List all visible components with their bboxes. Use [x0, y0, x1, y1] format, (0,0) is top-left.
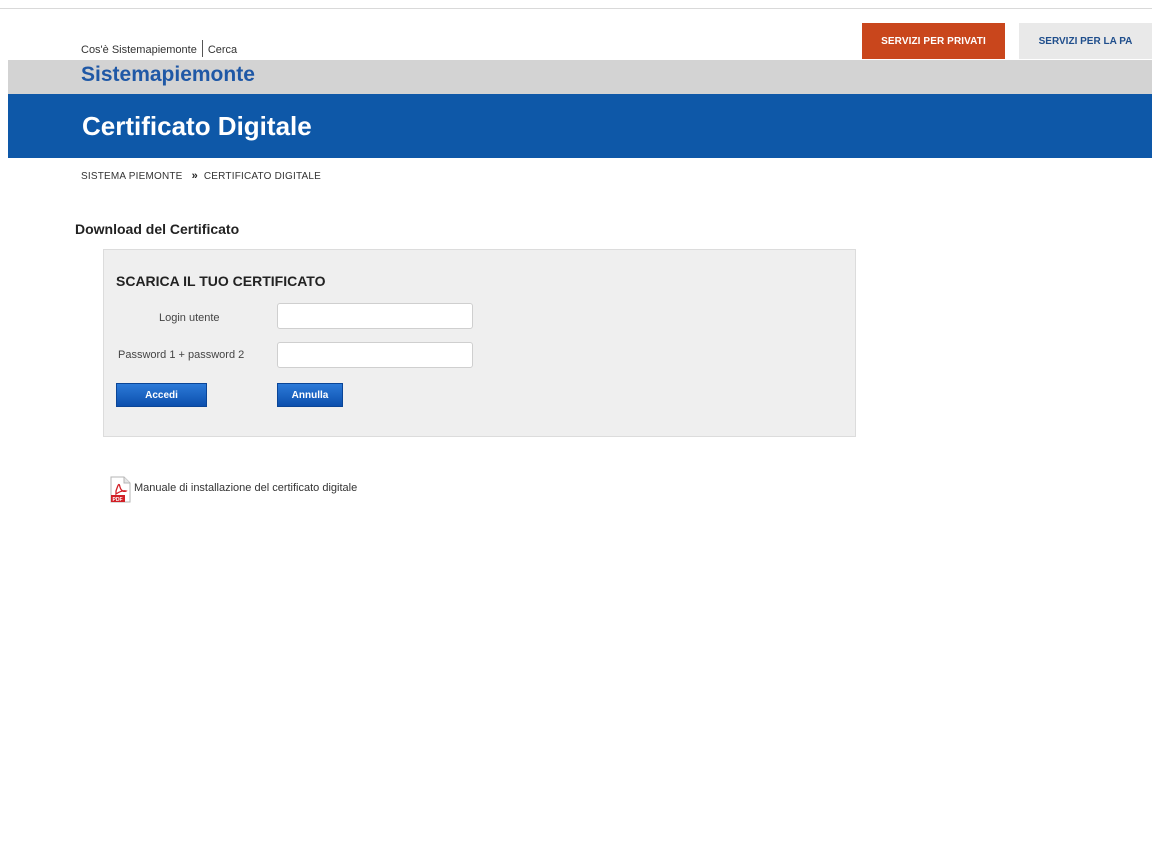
login-input[interactable]: [277, 303, 473, 329]
breadcrumb-current: CERTIFICATO DIGITALE: [203, 170, 322, 182]
page-title: Certificato Digitale: [82, 111, 312, 141]
pdf-icon: PDF: [110, 476, 131, 503]
title-bar: Certificato Digitale: [8, 94, 1152, 158]
breadcrumb-separator-icon: »: [191, 170, 198, 182]
manual-link-text[interactable]: Manuale di installazione del certificato…: [134, 482, 357, 494]
password-label: Password 1 + password 2: [118, 349, 245, 361]
brand-bar: Sistemapiemonte: [8, 60, 1152, 94]
annulla-button[interactable]: Annulla: [277, 383, 343, 407]
form-title: SCARICA IL TUO CERTIFICATO: [116, 273, 326, 289]
top-divider: [0, 8, 1152, 9]
manual-link[interactable]: PDF Manuale di installazione del certifi…: [110, 476, 357, 503]
accedi-button[interactable]: Accedi: [116, 383, 207, 407]
section-title: Download del Certificato: [75, 221, 240, 237]
login-label: Login utente: [159, 312, 220, 324]
servizi-privati-button[interactable]: SERVIZI PER PRIVATI: [862, 23, 1005, 59]
servizi-pa-button[interactable]: SERVIZI PER LA PA: [1019, 23, 1152, 59]
top-links: Cos'è Sistemapiemonte Cerca: [81, 40, 237, 58]
search-link[interactable]: Cerca: [208, 44, 237, 56]
password-input[interactable]: [277, 342, 473, 368]
svg-text:PDF: PDF: [113, 497, 123, 503]
about-link[interactable]: Cos'è Sistemapiemonte: [81, 44, 197, 56]
top-links-separator: [201, 40, 203, 57]
breadcrumb-home[interactable]: SISTEMA PIEMONTE: [81, 171, 183, 182]
download-form-panel: SCARICA IL TUO CERTIFICATO Login utente …: [103, 249, 856, 437]
breadcrumb: SISTEMA PIEMONTE » CERTIFICATO DIGITALE: [81, 170, 321, 182]
brand-name[interactable]: Sistemapiemonte: [81, 63, 255, 87]
